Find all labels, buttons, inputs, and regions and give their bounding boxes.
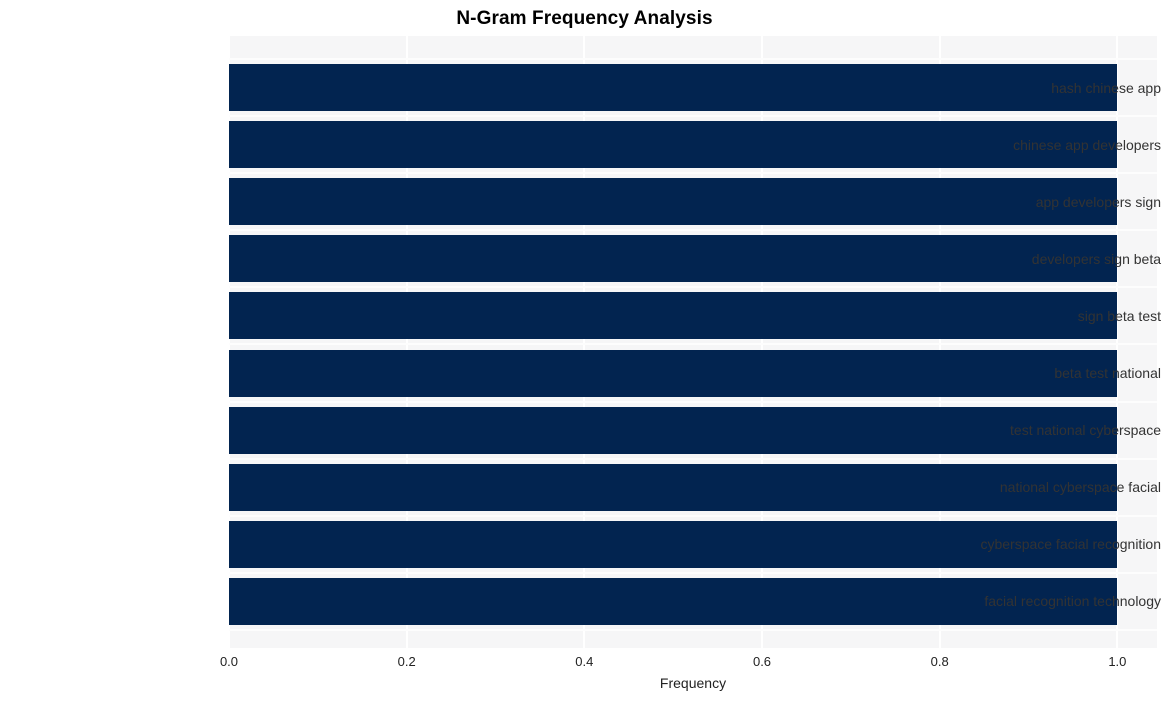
horizontal-gridline [229, 115, 1157, 117]
y-axis-tick-label: hash chinese app [1051, 79, 1161, 96]
x-axis-tick-label: 0.4 [575, 654, 594, 669]
y-axis-tick-label: cyberspace facial recognition [980, 536, 1161, 553]
horizontal-gridline [229, 515, 1157, 517]
horizontal-gridline [229, 343, 1157, 345]
x-axis-tick-label: 0.2 [397, 654, 416, 669]
y-axis-tick-label: sign beta test [1077, 307, 1161, 324]
y-axis-tick-label: beta test national [1054, 365, 1161, 381]
x-axis-tick-label: 1.0 [1108, 654, 1127, 669]
chart-title: N-Gram Frequency Analysis [456, 8, 713, 29]
horizontal-gridline [229, 172, 1157, 174]
x-axis-label: Frequency [659, 675, 727, 691]
y-axis-tick-label: app developers sign [1035, 193, 1161, 210]
y-axis-tick-label: test national cyberspace [1010, 422, 1161, 439]
ngram-frequency-chart: N-Gram Frequency Analysis hash chinese a… [0, 0, 1169, 701]
y-axis-tick-label: facial recognition technology [984, 593, 1161, 610]
horizontal-gridline [229, 458, 1157, 460]
y-axis-tick-label: chinese app developers [1013, 136, 1161, 153]
horizontal-gridline [229, 229, 1157, 231]
horizontal-gridline [229, 401, 1157, 403]
horizontal-gridline [229, 629, 1157, 631]
x-axis-tick-label: 0.8 [930, 654, 949, 669]
y-axis-tick-label: developers sign beta [1031, 250, 1161, 267]
horizontal-gridline [229, 58, 1157, 60]
x-axis-tick-label: 0.0 [219, 654, 239, 669]
horizontal-gridline [229, 286, 1157, 288]
y-axis-tick-label: national cyberspace facial [999, 479, 1161, 496]
x-axis-tick-label: 0.6 [752, 654, 772, 669]
horizontal-gridline [229, 572, 1157, 574]
plot-area [229, 36, 1157, 648]
